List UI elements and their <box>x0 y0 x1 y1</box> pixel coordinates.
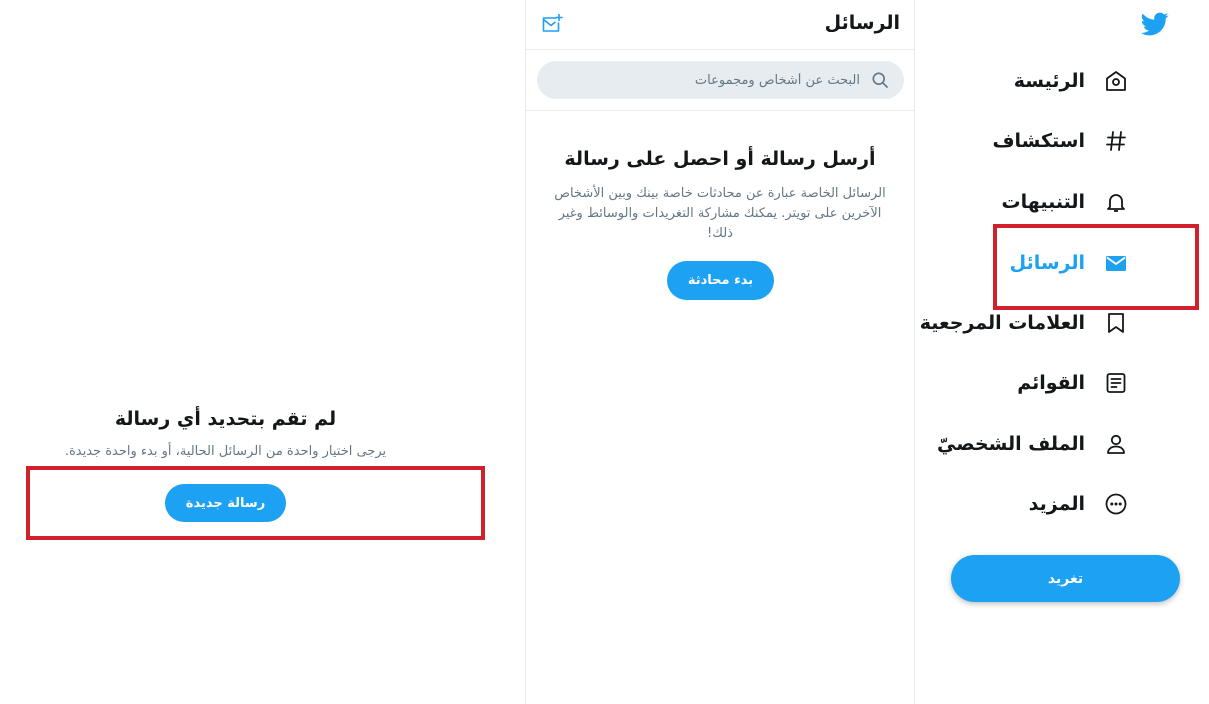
sidebar-item-label: التنبيهات <box>1001 191 1085 213</box>
highlight-box-new-message <box>26 466 485 540</box>
sidebar-item-more[interactable]: المزيد <box>1029 484 1129 524</box>
empty-state-desc: الرسائل الخاصة عبارة عن محادثات خاصة بين… <box>554 186 886 241</box>
person-icon <box>1103 431 1129 457</box>
twitter-bird-icon[interactable] <box>1140 10 1170 38</box>
sidebar-item-explore[interactable]: استكشاف <box>992 121 1129 161</box>
search-bar[interactable] <box>537 61 904 99</box>
highlight-box-messages <box>993 224 1199 310</box>
home-icon <box>1103 68 1129 94</box>
page-title: الرسائل <box>824 12 900 34</box>
hashtag-icon <box>1103 128 1129 154</box>
messages-header: الرسائل <box>526 0 914 50</box>
sidebar-item-label: القوائم <box>1017 372 1085 394</box>
sidebar-item-label: العلامات المرجعية <box>919 312 1085 334</box>
conversation-detail-pane: لم تقم بتحديد أي رسالة يرجى اختيار واحدة… <box>0 0 525 704</box>
sidebar-item-label: الرئيسة <box>1013 70 1085 92</box>
sidebar-item-notifications[interactable]: التنبيهات <box>1002 182 1129 222</box>
divider <box>526 110 914 111</box>
sidebar: الرئيسة استكشاف التنبيهات الرسائل العلام… <box>915 0 1209 704</box>
sidebar-item-label: استكشاف <box>992 130 1085 152</box>
sidebar-item-label: الملف الشخصيّ <box>936 433 1085 455</box>
start-conversation-button[interactable]: بدء محادثة <box>667 261 774 300</box>
tweet-button[interactable]: تغريد <box>951 555 1180 602</box>
sidebar-item-lists[interactable]: القوائم <box>1017 363 1129 403</box>
more-icon <box>1103 491 1129 517</box>
bookmark-icon <box>1103 310 1129 336</box>
no-message-selected-title: لم تقم بتحديد أي رسالة <box>114 408 337 430</box>
search-input[interactable] <box>560 72 860 88</box>
compose-message-icon[interactable] <box>540 12 564 36</box>
no-message-selected-desc: يرجى اختيار واحدة من الرسائل الحالية، أو… <box>64 444 387 459</box>
sidebar-item-label: المزيد <box>1028 493 1085 515</box>
list-icon <box>1103 370 1129 396</box>
bell-icon <box>1103 189 1129 215</box>
search-icon <box>870 70 890 90</box>
sidebar-item-profile[interactable]: الملف الشخصيّ <box>937 424 1129 464</box>
messages-column: الرسائل أرسل رسالة أو احصل على رسالة الر… <box>525 0 915 704</box>
sidebar-item-home[interactable]: الرئيسة <box>1014 61 1129 101</box>
empty-state-title: أرسل رسالة أو احصل على رسالة <box>564 148 876 170</box>
